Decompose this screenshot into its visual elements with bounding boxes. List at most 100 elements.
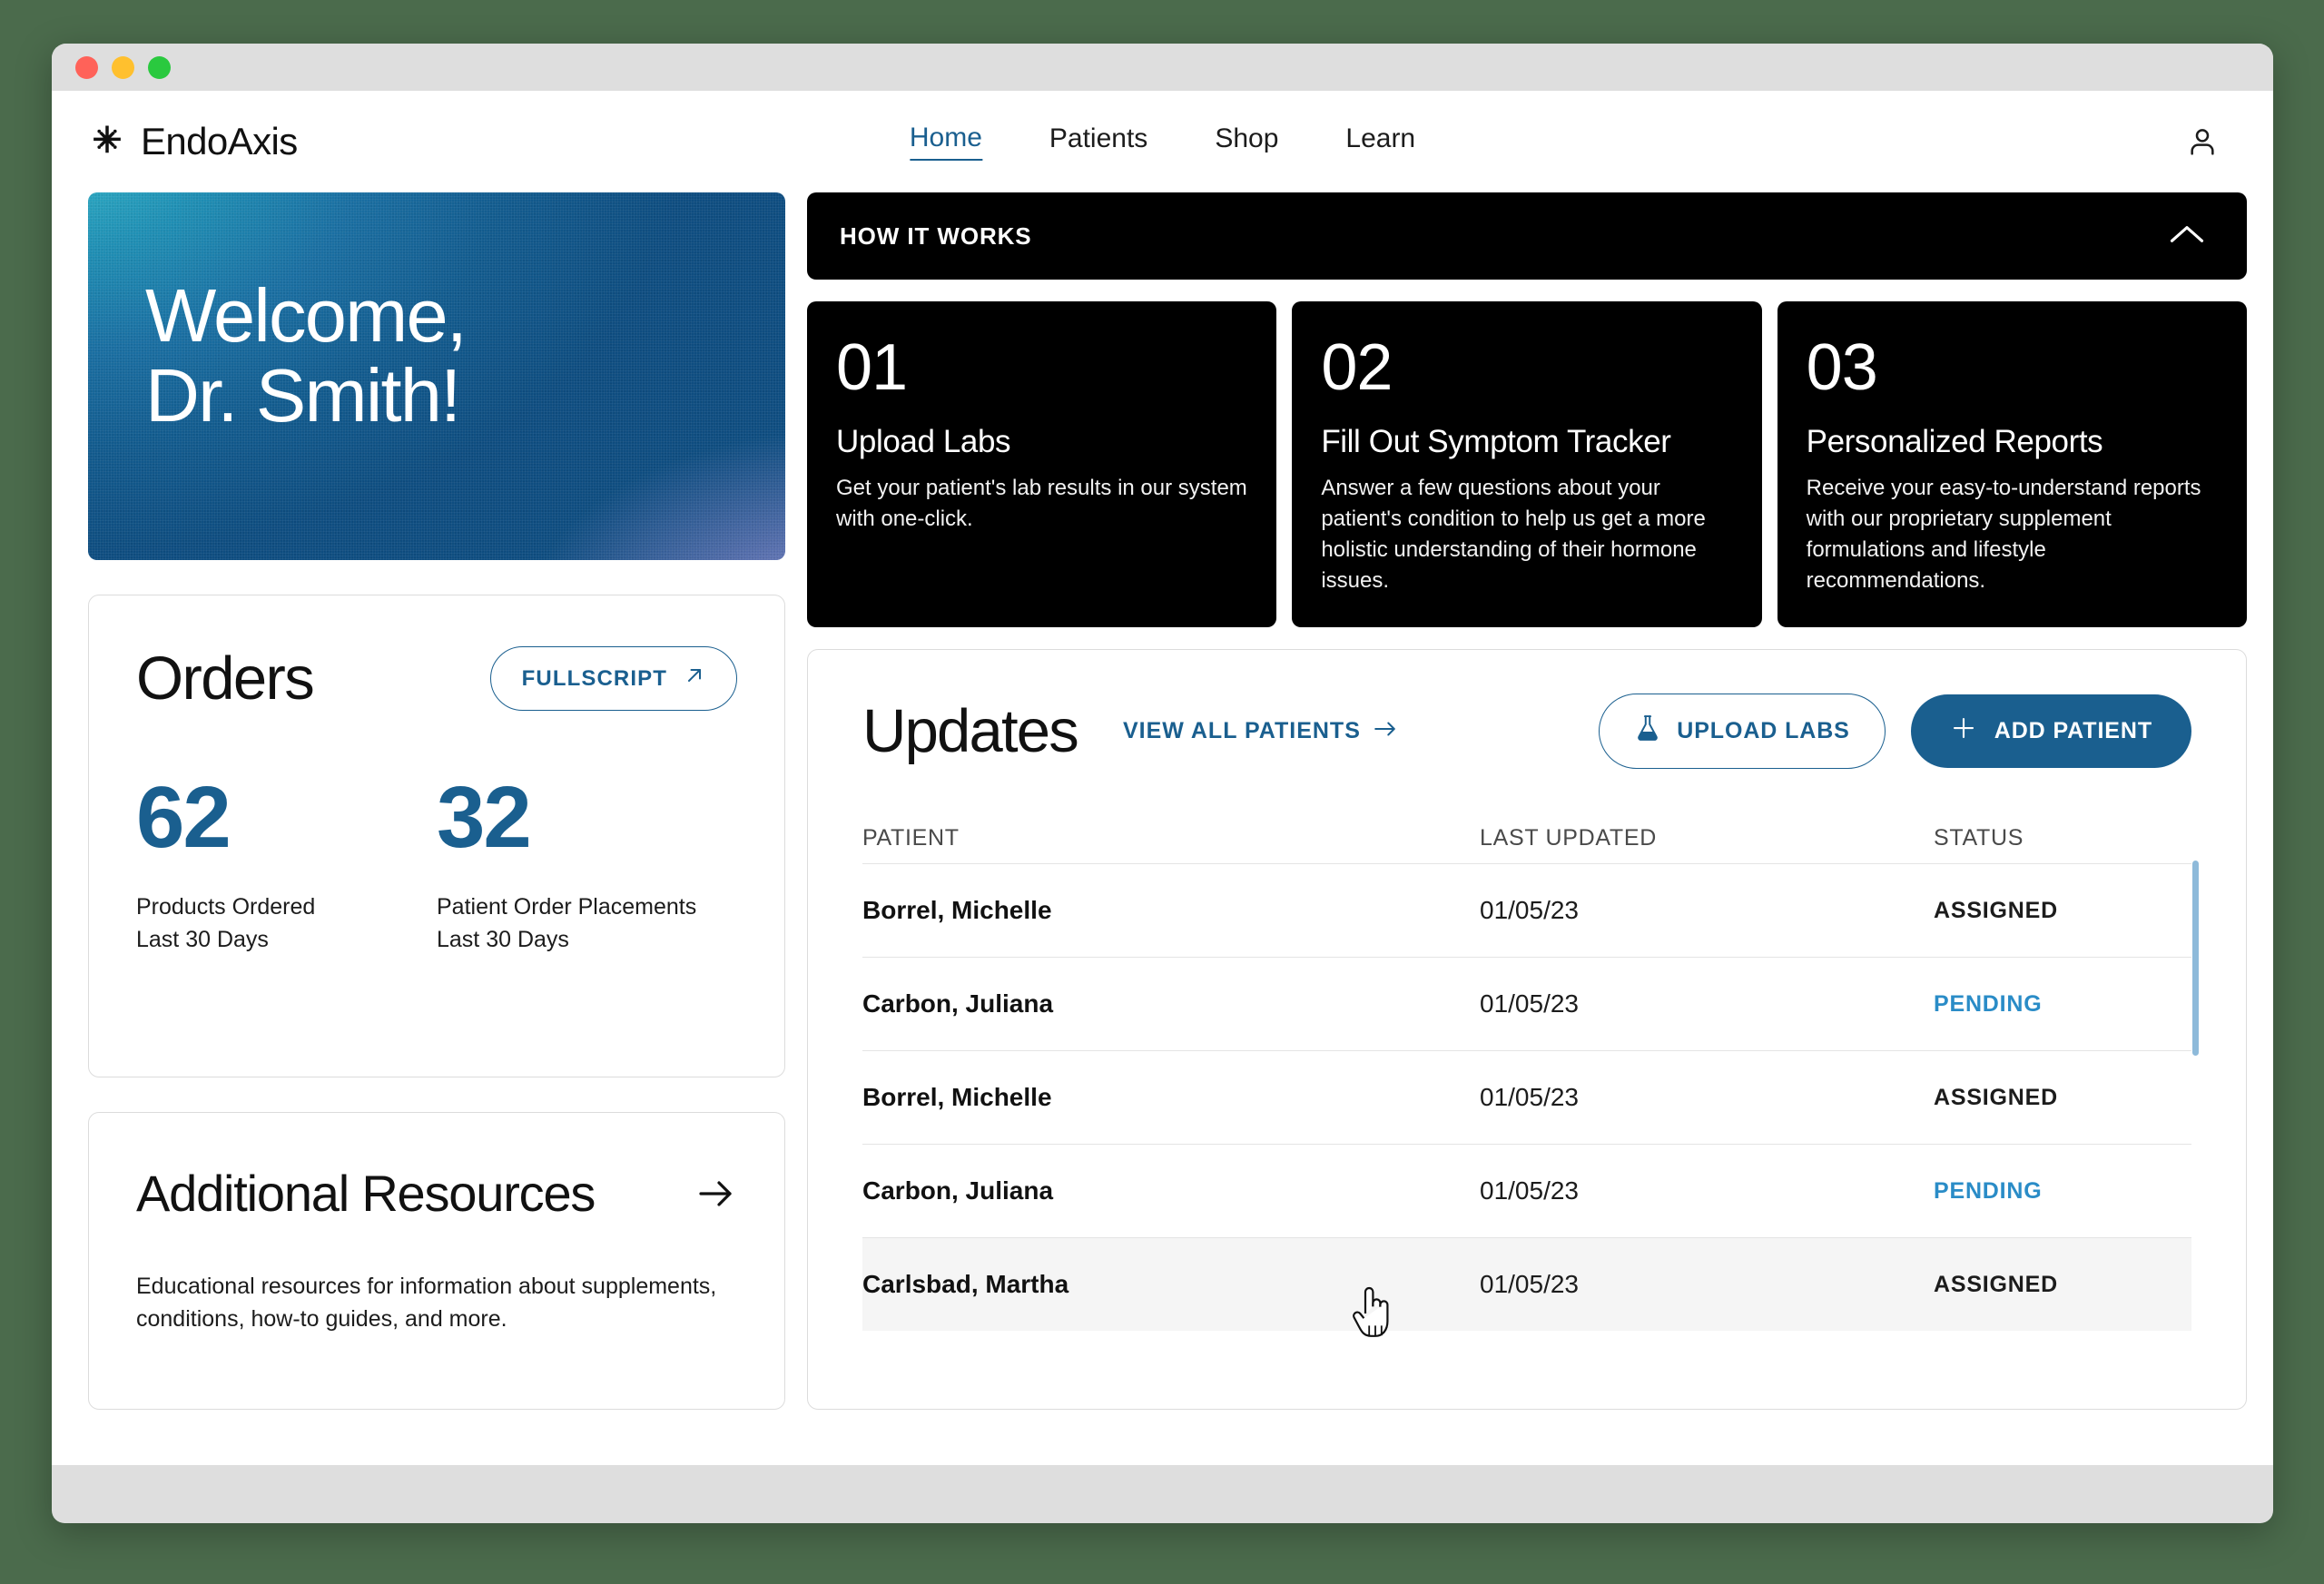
add-patient-label: ADD PATIENT <box>1994 718 2152 744</box>
user-icon[interactable] <box>2181 121 2223 162</box>
step-title: Upload Labs <box>836 424 1011 459</box>
table-row[interactable]: Carlsbad, Martha 01/05/23 ASSIGNED <box>862 1237 2191 1332</box>
welcome-hero-card: Welcome, Dr. Smith! <box>88 192 785 560</box>
orders-card: Orders FULLSCRIPT 62 Products Ordered La… <box>88 595 785 1077</box>
how-it-works-card-01: 01 Upload Labs Get your patient's lab re… <box>807 301 1277 628</box>
chevron-up-icon[interactable] <box>2167 221 2207 252</box>
window-minimize-button[interactable] <box>112 55 134 79</box>
table-scrollbar[interactable] <box>2192 861 2199 1057</box>
orders-title: Orders <box>136 644 315 713</box>
cell-last-updated: 01/05/23 <box>1480 1176 1579 1205</box>
window-maximize-button[interactable] <box>148 55 171 79</box>
orders-header: Orders FULLSCRIPT <box>136 646 737 711</box>
table-row[interactable]: Borrel, Michelle 01/05/23 ASSIGNED <box>862 1050 2191 1144</box>
additional-resources-card[interactable]: Additional Resources Educational resourc… <box>88 1112 785 1410</box>
cell-patient: Carlsbad, Martha <box>862 1270 1069 1299</box>
stat-products-ordered: 62 Products Ordered Last 30 Days <box>136 769 437 956</box>
step-number: 01 <box>836 331 908 404</box>
fullscript-button[interactable]: FULLSCRIPT <box>489 646 737 711</box>
status-badge: PENDING <box>1934 1177 2043 1204</box>
upload-labs-button[interactable]: UPLOAD LABS <box>1599 694 1886 770</box>
brand-logo[interactable]: EndoAxis <box>88 120 298 163</box>
arrow-right-icon <box>1374 718 1397 744</box>
arrow-right-icon[interactable] <box>694 1172 737 1215</box>
app-viewport: EndoAxis Home Patients Shop Learn Welcom… <box>52 91 2273 1465</box>
nav-links: Home Patients Shop Learn <box>909 123 1415 161</box>
nav-item-shop[interactable]: Shop <box>1215 123 1278 160</box>
table-row[interactable]: Borrel, Michelle 01/05/23 ASSIGNED <box>862 863 2191 957</box>
status-badge: PENDING <box>1934 990 2043 1017</box>
right-column: HOW IT WORKS 01 Upload Labs Get your pat… <box>807 192 2247 1410</box>
window-titlebar <box>52 44 2273 91</box>
brand-name: EndoAxis <box>141 120 298 162</box>
how-it-works-toggle[interactable]: HOW IT WORKS <box>807 192 2247 280</box>
stat-value: 32 <box>437 769 532 866</box>
step-title: Fill Out Symptom Tracker <box>1321 424 1671 459</box>
how-it-works-card-02: 02 Fill Out Symptom Tracker Answer a few… <box>1292 301 1762 628</box>
cell-patient: Carbon, Juliana <box>862 1176 1054 1205</box>
resources-desc-line1: Educational resources for information ab… <box>136 1274 717 1299</box>
status-badge: ASSIGNED <box>1934 897 2058 923</box>
status-badge: ASSIGNED <box>1934 1084 2058 1110</box>
how-it-works-card-03: 03 Personalized Reports Receive your eas… <box>1777 301 2247 628</box>
step-desc: Answer a few questions about your patien… <box>1321 476 1706 594</box>
orders-stats: 62 Products Ordered Last 30 Days 32 Pati… <box>136 769 737 956</box>
cell-last-updated: 01/05/23 <box>1480 896 1579 925</box>
browser-window: EndoAxis Home Patients Shop Learn Welcom… <box>52 44 2273 1523</box>
column-header-status: STATUS <box>1934 824 2024 851</box>
step-number: 02 <box>1321 331 1393 404</box>
arrow-up-right-icon <box>684 664 705 693</box>
cell-patient: Borrel, Michelle <box>862 1083 1052 1112</box>
welcome-heading: Welcome, Dr. Smith! <box>88 192 785 436</box>
resources-desc-line2: conditions, how-to guides, and more. <box>136 1306 507 1333</box>
updates-actions: UPLOAD LABS ADD PATIENT <box>1599 694 2191 770</box>
cell-last-updated: 01/05/23 <box>1480 1083 1579 1112</box>
resources-title: Additional Resources <box>136 1165 596 1222</box>
updates-card: Updates VIEW ALL PATIENTS UPLOAD LABS AD… <box>807 649 2247 1410</box>
nav-item-patients[interactable]: Patients <box>1049 123 1147 160</box>
how-it-works-label: HOW IT WORKS <box>840 221 1032 250</box>
column-header-last-updated: LAST UPDATED <box>1480 824 1658 851</box>
nav-item-learn[interactable]: Learn <box>1345 123 1415 160</box>
column-header-patient: PATIENT <box>862 824 960 851</box>
welcome-line-1: Welcome, <box>145 273 468 358</box>
stat-label-line1: Products Ordered <box>136 894 316 920</box>
step-title: Personalized Reports <box>1806 424 2103 459</box>
resources-description: Educational resources for information ab… <box>136 1270 717 1336</box>
step-desc: Receive your easy-to-understand reports … <box>1806 476 2201 594</box>
patient-updates-table: PATIENT LAST UPDATED STATUS Borrel, Mich… <box>862 812 2191 1332</box>
nav-item-home[interactable]: Home <box>909 123 982 161</box>
cell-last-updated: 01/05/23 <box>1480 1270 1579 1299</box>
upload-labs-label: UPLOAD LABS <box>1677 718 1850 744</box>
view-all-patients-label: VIEW ALL PATIENTS <box>1122 718 1361 744</box>
stat-label-line1: Patient Order Placements <box>437 894 697 920</box>
table-header: PATIENT LAST UPDATED STATUS <box>862 812 2191 863</box>
flask-icon <box>1634 713 1661 749</box>
plus-icon <box>1950 714 1977 748</box>
stat-patient-order-placements: 32 Patient Order Placements Last 30 Days <box>437 769 737 956</box>
welcome-line-2: Dr. Smith! <box>145 352 461 438</box>
top-navigation-bar: EndoAxis Home Patients Shop Learn <box>52 91 2273 192</box>
window-close-button[interactable] <box>75 55 98 79</box>
step-desc: Get your patient's lab results in our sy… <box>836 476 1247 532</box>
add-patient-button[interactable]: ADD PATIENT <box>1910 694 2191 769</box>
endoaxis-logo-icon <box>88 123 126 161</box>
cell-patient: Borrel, Michelle <box>862 896 1052 925</box>
table-row[interactable]: Carbon, Juliana 01/05/23 PENDING <box>862 957 2191 1050</box>
table-row[interactable]: Carbon, Juliana 01/05/23 PENDING <box>862 1144 2191 1237</box>
updates-header: Updates VIEW ALL PATIENTS UPLOAD LABS AD… <box>862 694 2191 770</box>
stat-label-line2: Last 30 Days <box>437 926 569 952</box>
status-badge: ASSIGNED <box>1934 1271 2058 1297</box>
dashboard-grid: Welcome, Dr. Smith! Orders FULLSCRIPT 62… <box>52 192 2273 1410</box>
resources-header: Additional Resources <box>136 1164 737 1223</box>
left-column: Welcome, Dr. Smith! Orders FULLSCRIPT 62… <box>88 192 785 1410</box>
updates-title: Updates <box>862 697 1079 766</box>
view-all-patients-link[interactable]: VIEW ALL PATIENTS <box>1123 718 1397 744</box>
stat-label: Patient Order Placements Last 30 Days <box>437 891 737 956</box>
cell-last-updated: 01/05/23 <box>1480 989 1579 1018</box>
how-it-works-cards: 01 Upload Labs Get your patient's lab re… <box>807 301 2247 628</box>
stat-value: 62 <box>136 769 231 866</box>
stat-label: Products Ordered Last 30 Days <box>136 891 437 956</box>
stat-label-line2: Last 30 Days <box>136 926 269 952</box>
fullscript-label: FULLSCRIPT <box>521 665 667 691</box>
